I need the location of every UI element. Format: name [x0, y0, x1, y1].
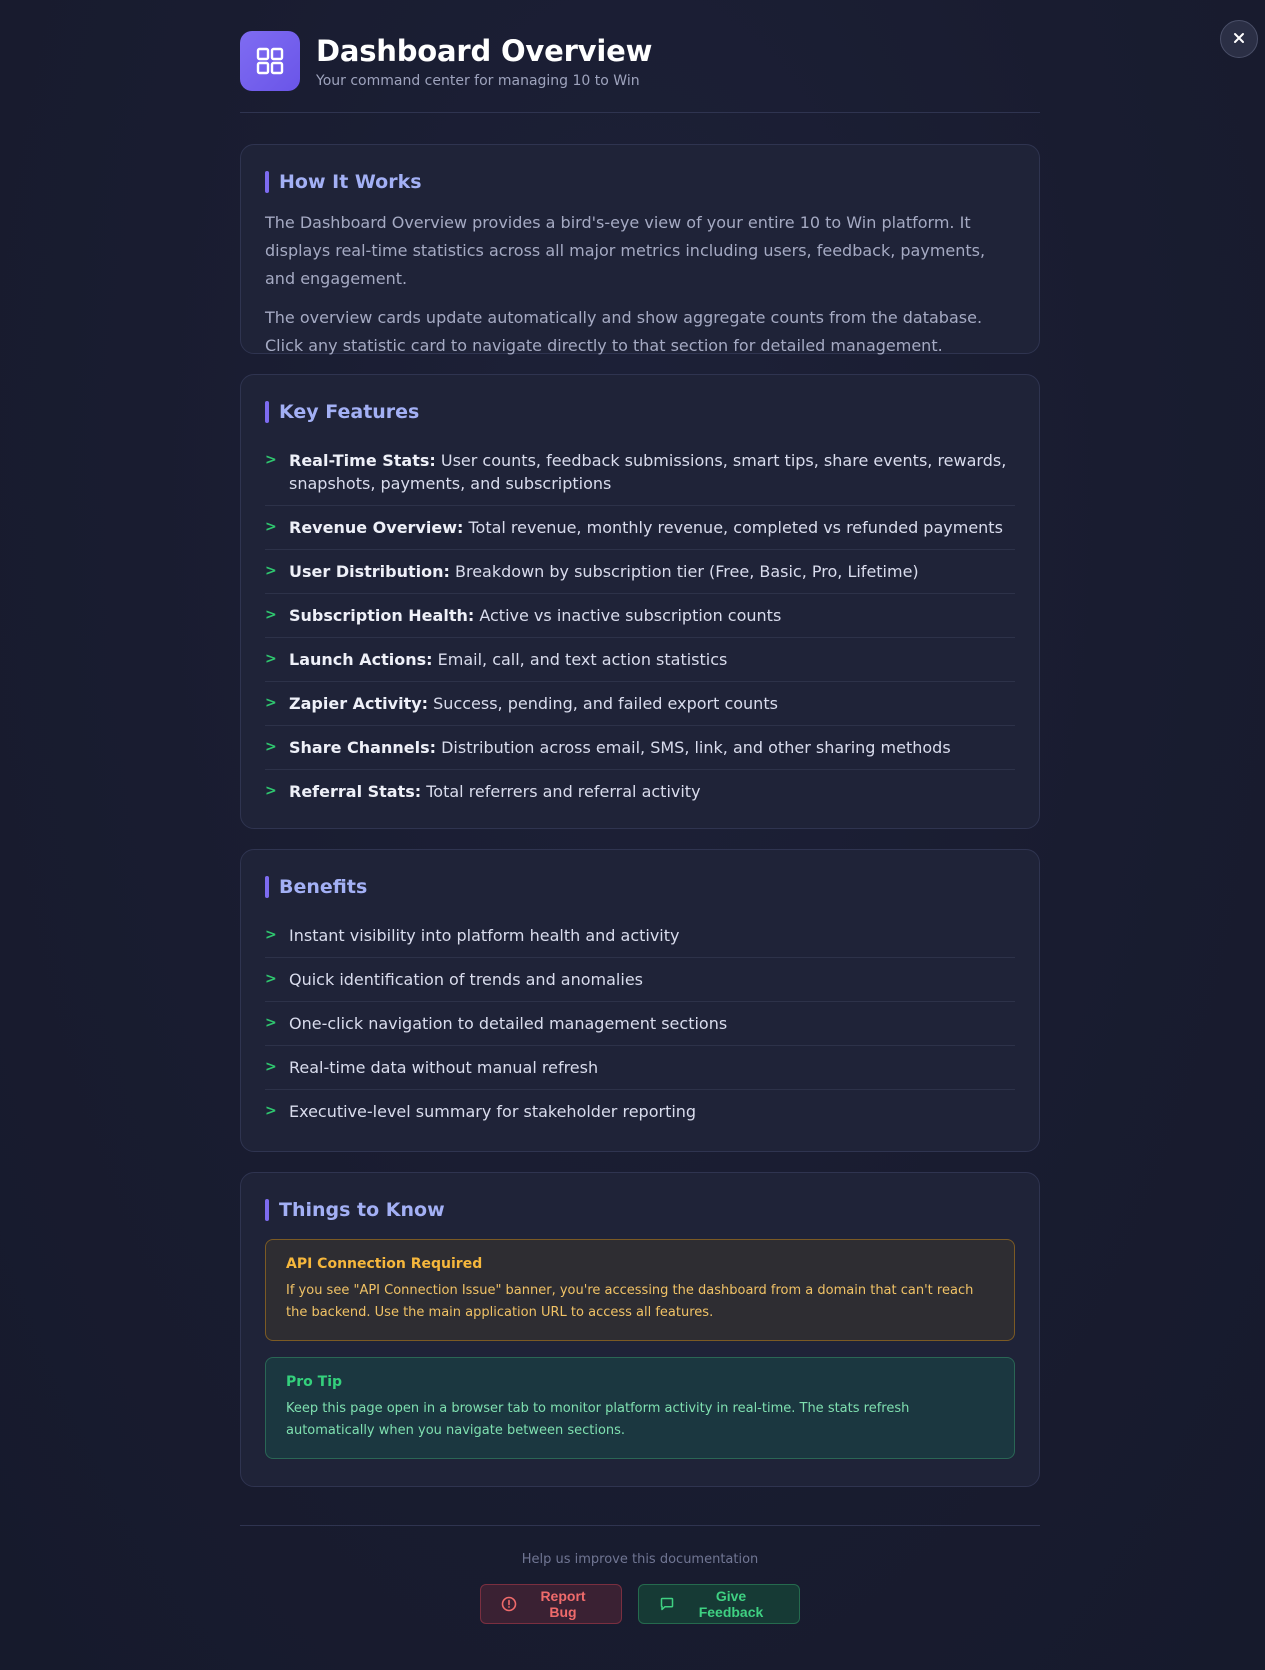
grid-icon	[240, 31, 300, 91]
list-item: > Subscription Health: Active vs inactive…	[265, 594, 1015, 638]
paragraph: The Dashboard Overview provides a bird's…	[265, 213, 986, 288]
page-subtitle: Your command center for managing 10 to W…	[316, 73, 640, 89]
callout-text: If you see "API Connection Issue" banner…	[286, 1283, 974, 1320]
list-item: > Real-time data without manual refresh	[265, 1046, 1015, 1090]
feature-label: Revenue Overview:	[289, 518, 464, 537]
report-bug-label: Report Bug	[540, 1588, 586, 1620]
benefit-text: One-click navigation to detailed managem…	[289, 1014, 728, 1033]
feature-label: User Distribution:	[289, 562, 450, 581]
feature-label: Zapier Activity:	[289, 694, 429, 713]
feature-label: Subscription Health:	[289, 606, 475, 625]
list-item: > Executive-level summary for stakeholder…	[265, 1090, 1015, 1133]
list-item: > User Distribution: Breakdown by subscri…	[265, 550, 1015, 594]
feature-label: Referral Stats:	[289, 782, 422, 801]
chevron-right-icon: >	[265, 783, 277, 799]
how-it-works-card: How It Works The Dashboard Overview prov…	[240, 144, 1040, 355]
callout-text: Keep this page open in a browser tab to …	[286, 1401, 910, 1438]
message-square-icon	[659, 1596, 683, 1612]
list-item: > Share Channels: Distribution across ema…	[265, 726, 1015, 770]
section-title-text: How It Works	[279, 171, 422, 193]
benefit-text: Executive-level summary for stakeholder …	[289, 1102, 697, 1121]
chevron-right-icon: >	[265, 927, 277, 943]
chevron-right-icon: >	[265, 695, 277, 711]
give-feedback-button[interactable]: Give Feedback	[638, 1584, 800, 1624]
section-title: How It Works	[265, 171, 1015, 193]
feature-label: Launch Actions:	[289, 650, 433, 669]
feature-text: Active vs inactive subscription counts	[479, 606, 782, 625]
give-feedback-label: Give Feedback	[698, 1588, 764, 1620]
documentation-panel: Dashboard Overview Your command center f…	[240, 30, 1040, 1624]
page-header: Dashboard Overview Your command center f…	[240, 30, 1040, 113]
benefit-text: Real-time data without manual refresh	[289, 1058, 599, 1077]
list-item: > Real-Time Stats: User counts, feedback …	[265, 439, 1015, 506]
benefit-text: Quick identification of trends and anoma…	[289, 970, 643, 989]
paragraph: The overview cards update automatically …	[265, 308, 983, 355]
feature-text: Distribution across email, SMS, link, an…	[441, 738, 951, 757]
section-title-text: Things to Know	[279, 1199, 445, 1221]
section-title: Key Features	[265, 401, 1015, 423]
benefit-text: Instant visibility into platform health …	[289, 926, 680, 945]
alert-circle-icon	[501, 1596, 525, 1612]
warning-callout: API Connection Required If you see "API …	[265, 1239, 1015, 1341]
chevron-right-icon: >	[265, 607, 277, 623]
chevron-right-icon: >	[265, 1103, 277, 1119]
list-item: > Zapier Activity: Success, pending, and …	[265, 682, 1015, 726]
chevron-right-icon: >	[265, 971, 277, 987]
section-title-text: Key Features	[279, 401, 420, 423]
title-accent-bar	[265, 1199, 269, 1221]
list-item: > Launch Actions: Email, call, and text a…	[265, 638, 1015, 682]
list-item: > One-click navigation to detailed manage…	[265, 1002, 1015, 1046]
section-title: Benefits	[265, 876, 1015, 898]
chevron-right-icon: >	[265, 651, 277, 667]
section-title: Things to Know	[265, 1199, 1015, 1221]
chevron-right-icon: >	[265, 1059, 277, 1075]
title-accent-bar	[265, 876, 269, 898]
chevron-right-icon: >	[265, 563, 277, 579]
list-item: > Quick identification of trends and anom…	[265, 958, 1015, 1002]
callout-title: Pro Tip	[286, 1374, 343, 1390]
close-icon	[1232, 31, 1246, 48]
things-to-know-card: Things to Know API Connection Required I…	[240, 1172, 1040, 1487]
feature-text: Total revenue, monthly revenue, complete…	[468, 518, 1003, 537]
tip-callout: Pro Tip Keep this page open in a browser…	[265, 1357, 1015, 1459]
feature-text: Total referrers and referral activity	[426, 782, 701, 801]
section-title-text: Benefits	[279, 876, 368, 898]
benefit-list: > Instant visibility into platform health…	[265, 914, 1015, 1133]
close-button[interactable]	[1220, 20, 1258, 58]
chevron-right-icon: >	[265, 519, 277, 535]
title-accent-bar	[265, 171, 269, 193]
feature-label: Share Channels:	[289, 738, 436, 757]
list-item: > Instant visibility into platform health…	[265, 914, 1015, 958]
benefits-card: Benefits > Instant visibility into platfo…	[240, 849, 1040, 1152]
report-bug-button[interactable]: Report Bug	[480, 1584, 622, 1624]
footer: Help us improve this documentation Repor…	[240, 1525, 1040, 1624]
list-item: > Revenue Overview: Total revenue, monthl…	[265, 506, 1015, 550]
chevron-right-icon: >	[265, 1015, 277, 1031]
callout-title: API Connection Required	[286, 1256, 483, 1272]
feature-text: Success, pending, and failed export coun…	[433, 694, 778, 713]
title-accent-bar	[265, 401, 269, 423]
chevron-right-icon: >	[265, 739, 277, 755]
page-title: Dashboard Overview	[316, 34, 653, 68]
list-item: > Referral Stats: Total referrers and ref…	[265, 770, 1015, 813]
feature-label: Real-Time Stats:	[289, 451, 436, 470]
footer-note: Help us improve this documentation	[521, 1552, 759, 1567]
feature-list: > Real-Time Stats: User counts, feedback …	[265, 439, 1015, 813]
feature-text: Email, call, and text action statistics	[437, 650, 728, 669]
chevron-right-icon: >	[265, 452, 277, 468]
feature-text: Breakdown by subscription tier (Free, Ba…	[455, 562, 919, 581]
key-features-card: Key Features > Real-Time Stats: User coun…	[240, 374, 1040, 829]
